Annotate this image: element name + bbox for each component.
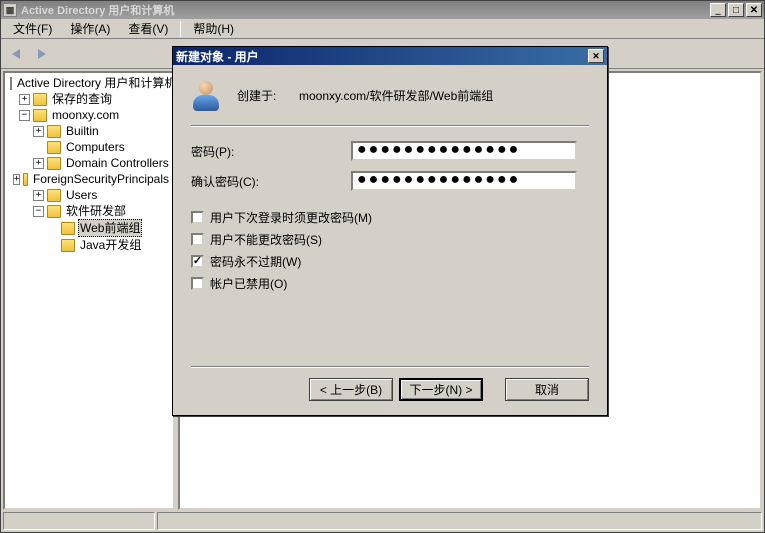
folder-icon xyxy=(47,141,61,154)
arrow-left-icon xyxy=(12,49,20,59)
tree-computers[interactable]: Computers xyxy=(7,139,171,155)
must-change-password-label: 用户下次登录时须更改密码(M) xyxy=(210,209,372,226)
tree-dev-dept[interactable]: − 软件研发部 xyxy=(7,203,171,219)
menu-separator xyxy=(180,21,181,37)
root-icon xyxy=(10,77,12,90)
tree-builtin[interactable]: + Builtin xyxy=(7,123,171,139)
create-in-row: 创建于: moonxy.com/软件研发部/Web前端组 xyxy=(191,79,589,111)
tree-web-group[interactable]: Web前端组 xyxy=(7,219,171,237)
create-in-label: 创建于: xyxy=(237,87,299,104)
tree: Active Directory 用户和计算机 + 保存的查询 − moonxy… xyxy=(5,73,173,255)
folder-icon xyxy=(33,93,47,106)
cancel-button[interactable]: 取消 xyxy=(505,378,589,401)
domain-icon xyxy=(33,109,47,122)
tree-users[interactable]: + Users xyxy=(7,187,171,203)
expander-icon[interactable]: + xyxy=(13,174,20,185)
next-button[interactable]: 下一步(N) > xyxy=(399,378,483,401)
folder-icon xyxy=(47,125,61,138)
must-change-password-row[interactable]: 用户下次登录时须更改密码(M) xyxy=(191,209,589,226)
dialog-button-bar: < 上一步(B) 下一步(N) > 取消 xyxy=(191,362,589,401)
account-disabled-checkbox[interactable] xyxy=(191,277,204,290)
never-expires-label: 密码永不过期(W) xyxy=(210,253,301,270)
back-button[interactable]: < 上一步(B) xyxy=(309,378,393,401)
main-titlebar: ▦ Active Directory 用户和计算机 _ □ ✕ xyxy=(1,1,764,19)
dialog-titlebar: 新建对象 - 用户 ✕ xyxy=(173,47,607,65)
statusbar xyxy=(3,512,762,530)
tree-domain[interactable]: − moonxy.com xyxy=(7,107,171,123)
status-cell-1 xyxy=(3,512,155,530)
menubar: 文件(F) 操作(A) 查看(V) 帮助(H) xyxy=(1,19,764,39)
password-input[interactable]: ●●●●●●●●●●●●●● xyxy=(351,141,577,161)
divider xyxy=(191,125,589,127)
menu-view[interactable]: 查看(V) xyxy=(120,18,176,39)
minimize-button[interactable]: _ xyxy=(710,3,726,17)
cannot-change-password-row[interactable]: 用户不能更改密码(S) xyxy=(191,231,589,248)
ou-icon xyxy=(61,239,75,252)
tree-fsp[interactable]: + ForeignSecurityPrincipals xyxy=(7,171,171,187)
cannot-change-password-checkbox[interactable] xyxy=(191,233,204,246)
expander-icon[interactable]: + xyxy=(33,158,44,169)
menu-action[interactable]: 操作(A) xyxy=(62,18,118,39)
cannot-change-password-label: 用户不能更改密码(S) xyxy=(210,231,322,248)
never-expires-row[interactable]: 密码永不过期(W) xyxy=(191,253,589,270)
dialog-close-button[interactable]: ✕ xyxy=(588,49,604,63)
new-user-dialog: 新建对象 - 用户 ✕ 创建于: moonxy.com/软件研发部/Web前端组… xyxy=(172,46,608,416)
user-icon xyxy=(191,79,223,111)
password-row: 密码(P): ●●●●●●●●●●●●●● xyxy=(191,141,589,161)
expander-icon[interactable]: − xyxy=(33,206,44,217)
arrow-right-icon xyxy=(38,49,46,59)
close-button[interactable]: ✕ xyxy=(746,3,762,17)
account-disabled-row[interactable]: 帐户已禁用(O) xyxy=(191,275,589,292)
must-change-password-checkbox[interactable] xyxy=(191,211,204,224)
dialog-title: 新建对象 - 用户 xyxy=(176,48,259,65)
tree-root[interactable]: Active Directory 用户和计算机 xyxy=(7,75,171,91)
account-disabled-label: 帐户已禁用(O) xyxy=(210,275,287,292)
folder-icon xyxy=(23,173,28,186)
back-button[interactable] xyxy=(5,43,27,65)
app-title: Active Directory 用户和计算机 xyxy=(21,2,174,18)
expander-icon[interactable]: + xyxy=(33,126,44,137)
status-cell-2 xyxy=(157,512,762,530)
expander-icon[interactable]: + xyxy=(33,190,44,201)
maximize-button[interactable]: □ xyxy=(728,3,744,17)
menu-file[interactable]: 文件(F) xyxy=(5,18,60,39)
confirm-password-row: 确认密码(C): ●●●●●●●●●●●●●● xyxy=(191,171,589,191)
ou-icon xyxy=(47,205,61,218)
menu-help[interactable]: 帮助(H) xyxy=(185,18,242,39)
folder-icon xyxy=(47,157,61,170)
forward-button[interactable] xyxy=(31,43,53,65)
folder-icon xyxy=(47,189,61,202)
divider xyxy=(191,366,589,368)
ou-icon xyxy=(61,222,75,235)
expander-icon[interactable]: + xyxy=(19,94,30,105)
tree-pane[interactable]: Active Directory 用户和计算机 + 保存的查询 − moonxy… xyxy=(3,71,175,510)
never-expires-checkbox[interactable] xyxy=(191,255,204,268)
app-icon: ▦ xyxy=(3,3,17,17)
confirm-password-input[interactable]: ●●●●●●●●●●●●●● xyxy=(351,171,577,191)
tree-java-group[interactable]: Java开发组 xyxy=(7,237,171,253)
expander-icon[interactable]: − xyxy=(19,110,30,121)
tree-domain-controllers[interactable]: + Domain Controllers xyxy=(7,155,171,171)
tree-saved-queries[interactable]: + 保存的查询 xyxy=(7,91,171,107)
confirm-password-label: 确认密码(C): xyxy=(191,173,351,190)
create-in-path: moonxy.com/软件研发部/Web前端组 xyxy=(299,87,493,104)
password-label: 密码(P): xyxy=(191,143,351,160)
dialog-body: 创建于: moonxy.com/软件研发部/Web前端组 密码(P): ●●●●… xyxy=(173,65,607,307)
